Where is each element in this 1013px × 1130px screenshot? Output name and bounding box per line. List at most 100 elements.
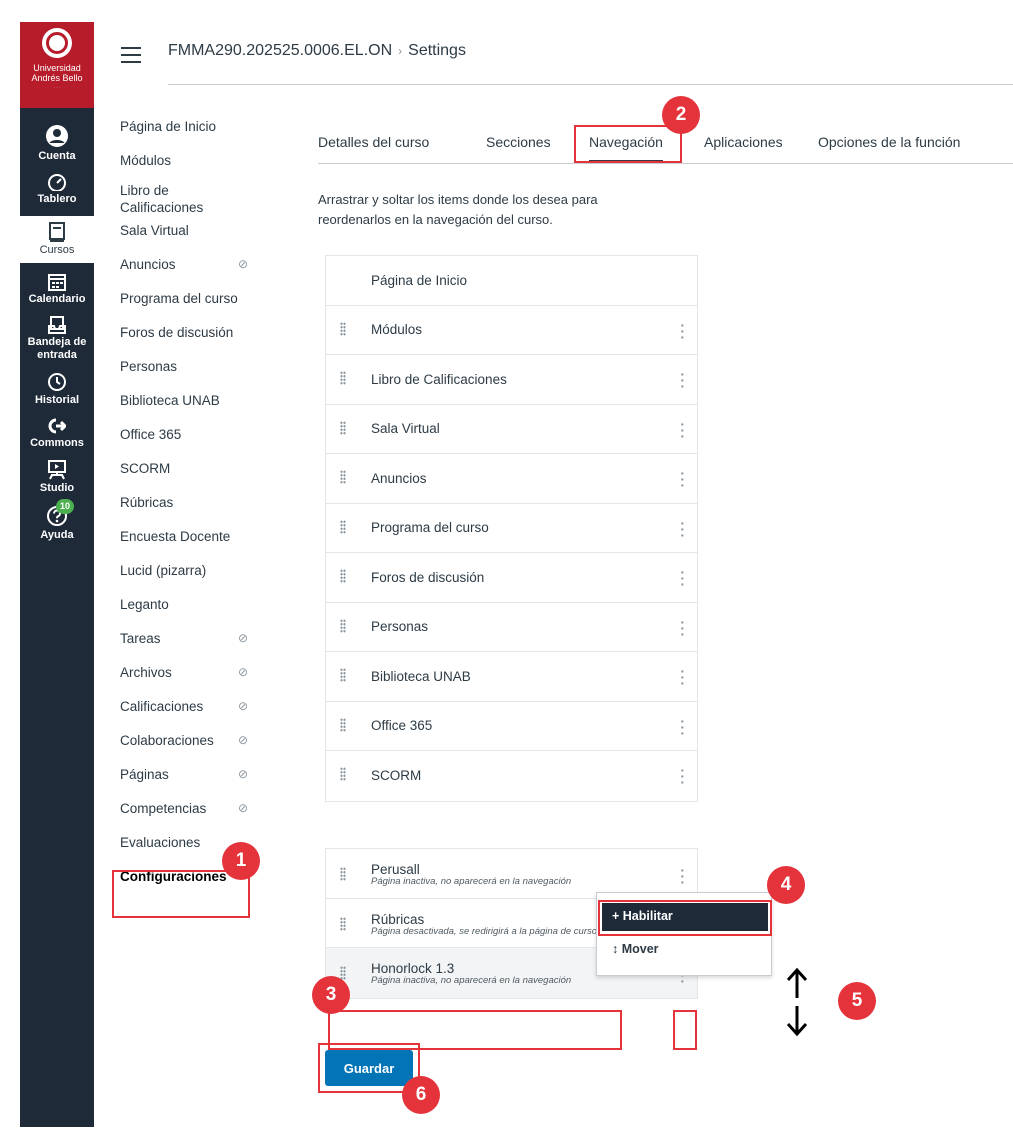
- course-nav-item[interactable]: Módulos: [120, 152, 260, 182]
- course-nav-item[interactable]: Personas: [120, 358, 260, 392]
- global-nav-label: Historial: [34, 394, 79, 406]
- course-nav-item[interactable]: Programa del curso: [120, 290, 260, 324]
- breadcrumb: FMMA290.202525.0006.EL.ON › Settings: [168, 42, 466, 60]
- kebab-menu-icon[interactable]: ···: [680, 565, 685, 591]
- drag-handle-icon[interactable]: [340, 371, 346, 385]
- notification-badge: 10: [55, 499, 74, 514]
- annotation-marker-3: 3: [312, 976, 350, 1014]
- university-logo[interactable]: Universidad Andrés Bello · · ·: [20, 22, 94, 108]
- nav-item-title: Perusall: [371, 862, 420, 877]
- course-nav-item[interactable]: Anuncios ⊘: [120, 256, 260, 290]
- course-nav-item[interactable]: Tareas ⊘: [120, 630, 260, 664]
- breadcrumb-course[interactable]: FMMA290.202525.0006.EL.ON: [168, 42, 392, 59]
- drag-handle-icon[interactable]: [340, 470, 346, 484]
- global-nav-commons[interactable]: Commons: [20, 417, 94, 450]
- course-nav-item[interactable]: Encuesta Docente: [120, 528, 260, 562]
- logo-line-3: · · ·: [53, 85, 61, 90]
- drag-handle-icon[interactable]: [340, 618, 346, 633]
- highlight-honorlock: [328, 1010, 622, 1050]
- nav-list-item[interactable]: Sala Virtual · · ·: [326, 405, 697, 454]
- nav-list-item[interactable]: Anuncios · · ·: [326, 454, 697, 504]
- kebab-menu-icon[interactable]: ···: [680, 516, 685, 542]
- course-nav-label: Anuncios: [120, 257, 176, 272]
- global-nav-bandeja[interactable]: Bandeja de entrada: [20, 316, 94, 362]
- nav-list-item[interactable]: Personas · · ·: [326, 603, 697, 652]
- nav-item-label: Office 365: [371, 718, 433, 734]
- nav-item-note: Página desactivada, se redirigirá a la p…: [371, 925, 598, 937]
- global-nav-historial[interactable]: Historial: [20, 372, 94, 407]
- kebab-menu-icon[interactable]: ···: [680, 367, 685, 393]
- global-nav-ayuda[interactable]: 10 Ayuda: [20, 499, 94, 542]
- studio-icon: [48, 460, 66, 480]
- course-nav-item[interactable]: Foros de discusión: [120, 324, 260, 358]
- course-nav-item[interactable]: Páginas ⊘: [120, 766, 260, 800]
- kebab-menu-icon[interactable]: ···: [680, 615, 685, 641]
- hamburger-menu-icon[interactable]: [121, 47, 141, 68]
- global-nav-tablero[interactable]: Tablero: [20, 173, 94, 206]
- move-menu-item[interactable]: ↕ Mover: [612, 942, 659, 956]
- tab-detalles[interactable]: Detalles del curso: [318, 134, 429, 150]
- kebab-menu-icon[interactable]: ···: [680, 863, 685, 889]
- course-nav-item[interactable]: Archivos ⊘: [120, 664, 260, 698]
- enabled-nav-list: Página de Inicio Módulos · · · Libro de Cal…: [325, 255, 698, 802]
- enable-menu-item[interactable]: + Habilitar: [602, 903, 768, 931]
- global-nav-cuenta[interactable]: Cuenta: [20, 124, 94, 163]
- kebab-menu-icon[interactable]: ···: [680, 664, 685, 690]
- drag-handle-icon[interactable]: [340, 569, 346, 583]
- course-nav-item[interactable]: Colaboraciones ⊘: [120, 732, 260, 766]
- drag-handle-icon[interactable]: [340, 916, 346, 931]
- global-nav-calendario[interactable]: Calendario: [20, 273, 94, 306]
- annotation-marker-1: 1: [222, 842, 260, 880]
- course-nav-item[interactable]: Office 365: [120, 426, 260, 460]
- nav-list-item[interactable]: Módulos · · ·: [326, 306, 697, 355]
- kebab-menu-icon[interactable]: ···: [680, 466, 685, 492]
- tab-aplicaciones[interactable]: Aplicaciones: [704, 134, 783, 150]
- course-nav-label: Libro de Calificaciones: [120, 183, 204, 215]
- course-nav-label: Programa del curso: [120, 291, 238, 306]
- book-icon: [49, 222, 65, 242]
- course-nav-item[interactable]: Leganto: [120, 596, 260, 630]
- drag-handle-icon[interactable]: [340, 519, 346, 534]
- course-nav-label: Páginas: [120, 767, 169, 782]
- eye-slash-icon: ⊘: [238, 699, 249, 713]
- global-nav-studio[interactable]: Studio: [20, 460, 94, 495]
- save-button[interactable]: Guardar: [325, 1050, 413, 1086]
- nav-item-title: Honorlock 1.3: [371, 961, 455, 976]
- course-nav-item[interactable]: SCORM: [120, 460, 260, 494]
- kebab-menu-icon[interactable]: ···: [680, 763, 685, 789]
- course-nav-label: Evaluaciones: [120, 835, 201, 850]
- kebab-menu-icon[interactable]: ···: [680, 318, 685, 344]
- course-nav-label: Foros de discusión: [120, 325, 234, 340]
- global-nav-cursos[interactable]: Cursos: [20, 216, 94, 263]
- course-nav-label: Página de Inicio: [120, 119, 217, 134]
- course-nav-item[interactable]: Rúbricas: [120, 494, 260, 528]
- drag-handle-icon[interactable]: [340, 420, 346, 435]
- drag-handle-icon[interactable]: [340, 767, 346, 781]
- nav-list-item[interactable]: Libro de Calificaciones · · ·: [326, 355, 697, 405]
- nav-list-item[interactable]: Foros de discusión · · ·: [326, 553, 697, 603]
- course-nav-item[interactable]: Sala Virtual: [120, 222, 260, 256]
- eye-slash-icon: ⊘: [238, 801, 249, 815]
- nav-list-item[interactable]: Office 365 · · ·: [326, 702, 697, 751]
- annotation-marker-2: 2: [662, 96, 700, 134]
- drag-handle-icon[interactable]: [340, 668, 346, 682]
- course-nav-item[interactable]: Competencias ⊘: [120, 800, 260, 834]
- course-nav-label: Archivos: [120, 665, 172, 680]
- tab-navegacion[interactable]: Navegación: [589, 134, 663, 162]
- drag-handle-icon[interactable]: [340, 321, 346, 336]
- course-nav-item[interactable]: Biblioteca UNAB: [120, 392, 260, 426]
- course-nav-item[interactable]: Libro de Calificaciones: [120, 182, 260, 222]
- kebab-menu-icon[interactable]: ···: [680, 417, 685, 443]
- nav-list-item[interactable]: SCORM · · ·: [326, 751, 697, 801]
- nav-list-item[interactable]: Biblioteca UNAB · · ·: [326, 652, 697, 702]
- kebab-menu-icon[interactable]: ···: [680, 714, 685, 740]
- tab-secciones[interactable]: Secciones: [486, 134, 551, 150]
- drag-handle-icon[interactable]: [340, 867, 346, 881]
- drag-handle-icon[interactable]: [340, 717, 346, 732]
- course-nav-item[interactable]: Página de Inicio: [120, 118, 260, 152]
- course-nav-item[interactable]: Calificaciones ⊘: [120, 698, 260, 732]
- course-nav-item[interactable]: Lucid (pizarra): [120, 562, 260, 596]
- tab-opciones-funcion[interactable]: Opciones de la función: [818, 134, 960, 150]
- logo-line-2: Andrés Bello: [31, 73, 83, 83]
- nav-list-item[interactable]: Programa del curso · · ·: [326, 504, 697, 553]
